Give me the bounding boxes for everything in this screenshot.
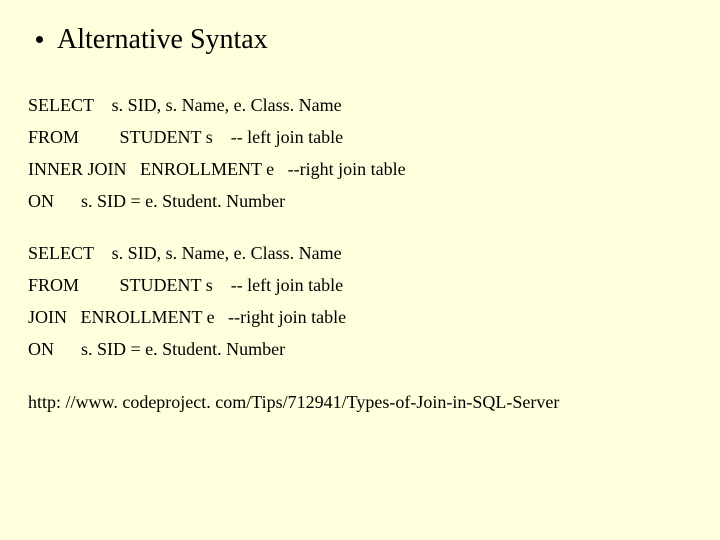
code-line: SELECT s. SID, s. Name, e. Class. Name	[28, 96, 692, 114]
code-line: FROM STUDENT s -- left join table	[28, 128, 692, 146]
title-row: Alternative Syntax	[36, 24, 692, 56]
sql-block-1: SELECT s. SID, s. Name, e. Class. Name F…	[28, 96, 692, 210]
bullet-icon	[36, 36, 43, 43]
footer-url: http: //www. codeproject. com/Tips/71294…	[28, 392, 692, 413]
slide-title: Alternative Syntax	[57, 24, 268, 55]
code-line: FROM STUDENT s -- left join table	[28, 276, 692, 294]
slide: Alternative Syntax SELECT s. SID, s. Nam…	[0, 0, 720, 540]
code-line: INNER JOIN ENROLLMENT e --right join tab…	[28, 160, 692, 178]
code-line: JOIN ENROLLMENT e --right join table	[28, 308, 692, 326]
code-line: ON s. SID = e. Student. Number	[28, 340, 692, 358]
code-line: SELECT s. SID, s. Name, e. Class. Name	[28, 244, 692, 262]
sql-block-2: SELECT s. SID, s. Name, e. Class. Name F…	[28, 244, 692, 358]
code-line: ON s. SID = e. Student. Number	[28, 192, 692, 210]
